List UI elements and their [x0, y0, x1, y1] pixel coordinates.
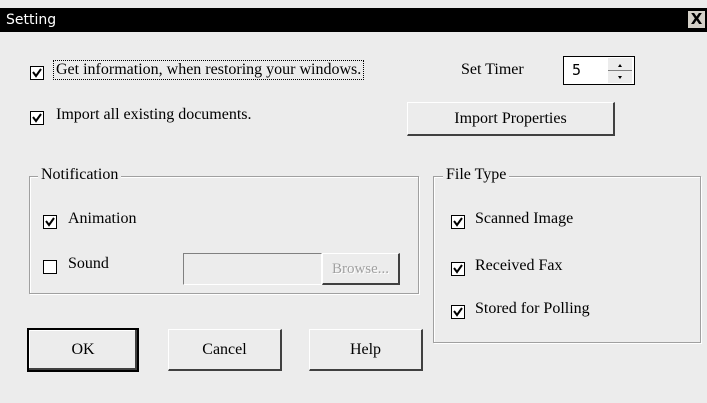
- timer-spinbox[interactable]: 5: [563, 56, 635, 85]
- arrow-down-icon: [618, 76, 622, 79]
- spin-down-button[interactable]: [608, 71, 632, 83]
- stored-for-polling-checkbox[interactable]: [451, 305, 465, 319]
- received-fax-label[interactable]: Received Fax: [475, 257, 563, 275]
- import-docs-label[interactable]: Import all existing documents.: [56, 106, 252, 124]
- check-icon: [32, 113, 42, 123]
- get-info-checkbox[interactable]: [30, 66, 44, 80]
- check-icon: [45, 217, 55, 227]
- browse-button[interactable]: Browse...: [322, 253, 400, 285]
- cancel-button[interactable]: Cancel: [168, 329, 282, 371]
- close-button[interactable]: X: [688, 11, 705, 28]
- animation-label[interactable]: Animation: [68, 210, 136, 228]
- window-title: Setting: [6, 12, 57, 28]
- notification-legend: Notification: [38, 166, 122, 184]
- received-fax-checkbox[interactable]: [451, 262, 465, 276]
- close-icon: X: [690, 10, 703, 28]
- sound-checkbox[interactable]: [43, 260, 57, 274]
- file-type-legend: File Type: [443, 166, 510, 184]
- arrow-up-icon: [618, 64, 622, 67]
- animation-checkbox[interactable]: [43, 215, 57, 229]
- check-icon: [32, 68, 42, 78]
- import-properties-button[interactable]: Import Properties: [407, 102, 615, 136]
- title-bar: Setting X: [0, 8, 707, 32]
- timer-value: 5: [572, 61, 582, 79]
- scanned-image-checkbox[interactable]: [451, 215, 465, 229]
- sound-file-field[interactable]: [183, 253, 322, 285]
- stored-for-polling-label[interactable]: Stored for Polling: [475, 300, 590, 318]
- check-icon: [453, 307, 463, 317]
- spin-up-button[interactable]: [608, 58, 632, 71]
- setting-dialog: Setting X Get information, when restorin…: [0, 0, 707, 403]
- get-info-label[interactable]: Get information, when restoring your win…: [53, 60, 365, 80]
- ok-button[interactable]: OK: [27, 328, 139, 372]
- check-icon: [453, 217, 463, 227]
- import-docs-checkbox[interactable]: [30, 111, 44, 125]
- set-timer-label: Set Timer: [461, 61, 524, 78]
- check-icon: [453, 264, 463, 274]
- scanned-image-label[interactable]: Scanned Image: [475, 210, 573, 228]
- help-button[interactable]: Help: [309, 329, 423, 371]
- sound-label[interactable]: Sound: [68, 255, 109, 273]
